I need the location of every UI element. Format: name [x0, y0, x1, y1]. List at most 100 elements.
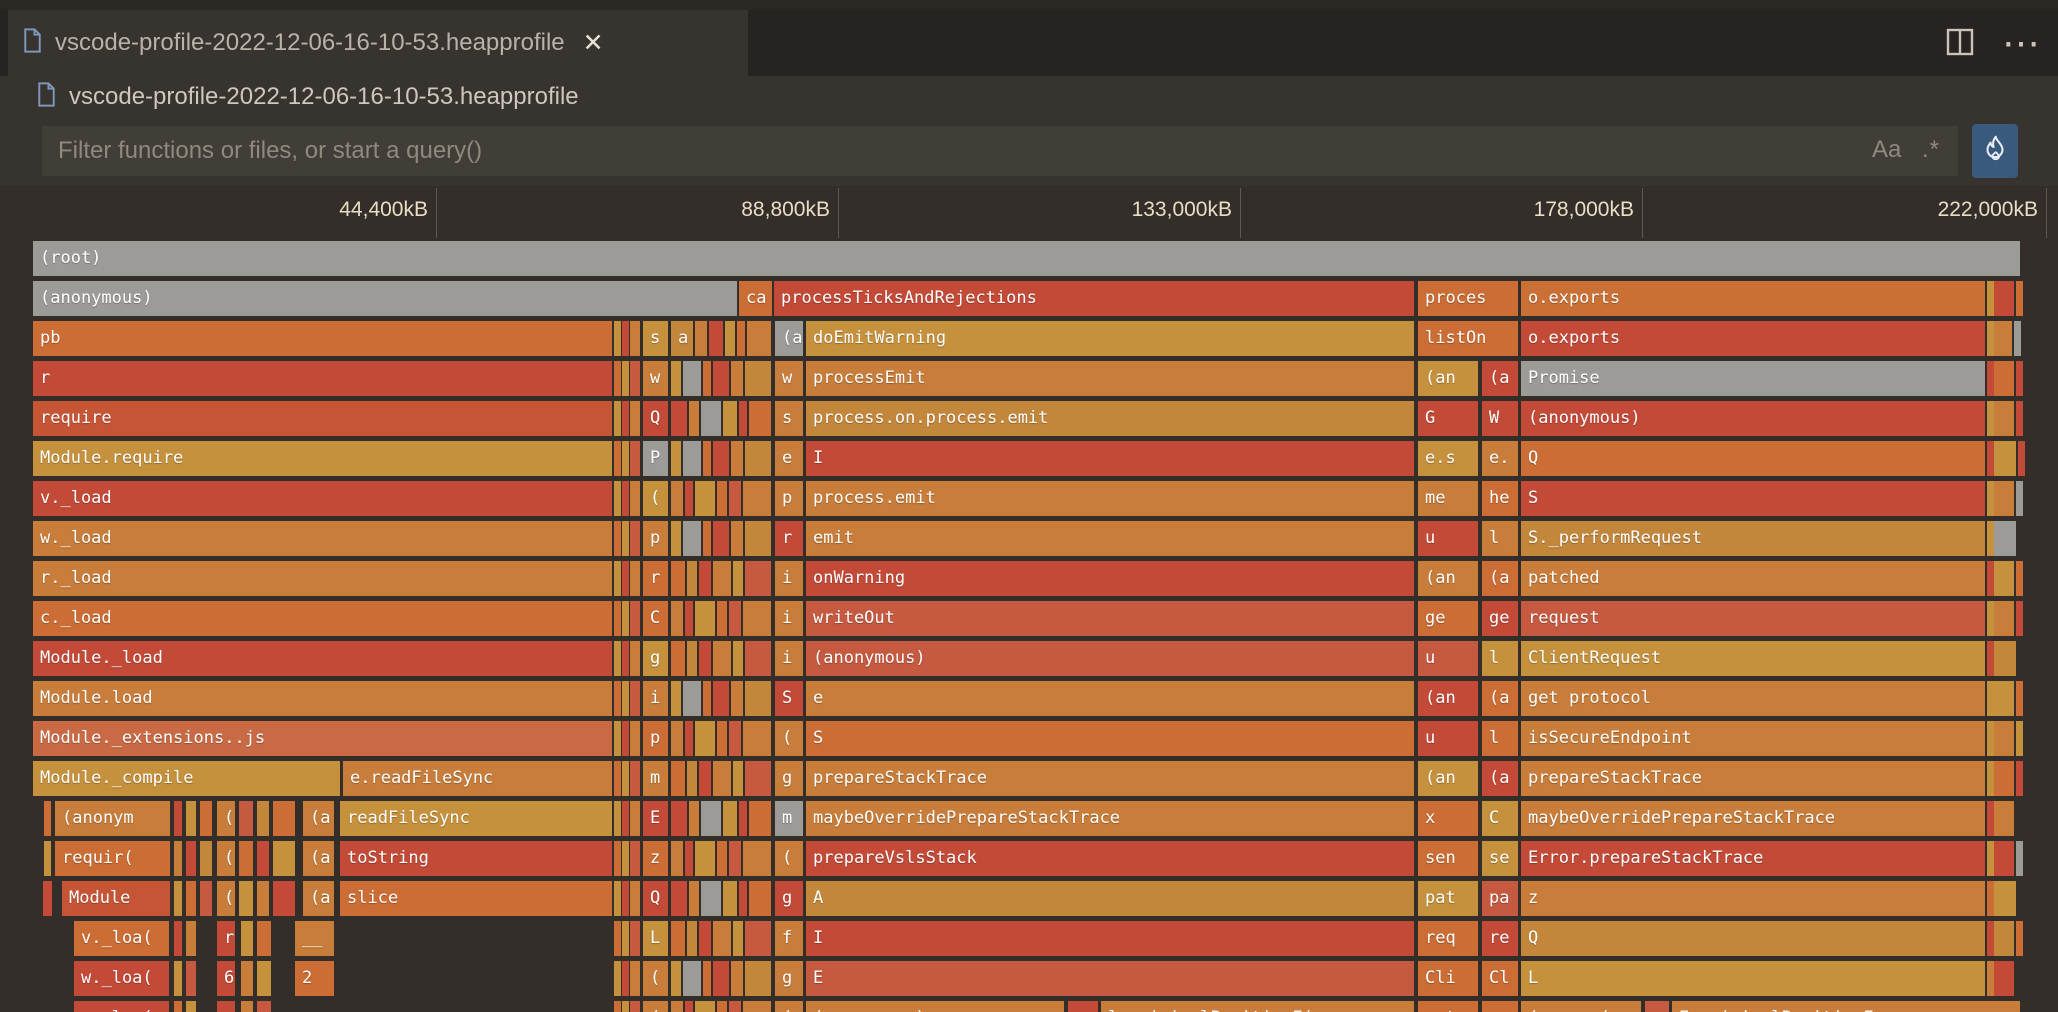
- flame-cell-sliver[interactable]: [743, 841, 771, 876]
- flame-cell-sliver[interactable]: [239, 801, 253, 836]
- flame-cell-sliver[interactable]: [630, 561, 640, 596]
- flame-cell-sliver[interactable]: [1994, 321, 2012, 356]
- flame-cell[interactable]: p: [775, 481, 803, 516]
- flame-cell-sliver[interactable]: [713, 961, 729, 996]
- flame-cell[interactable]: e: [806, 681, 1414, 716]
- flame-cell[interactable]: (anonym(: [1521, 1001, 1641, 1012]
- flame-cell[interactable]: Promise: [1521, 361, 1985, 396]
- flame-cell[interactable]: E.originalPositionFo: [1672, 1001, 2020, 1012]
- flame-cell-sliver[interactable]: [703, 961, 711, 996]
- flame-cell-sliver[interactable]: [1987, 961, 1994, 996]
- flame-cell[interactable]: he: [1482, 481, 1518, 516]
- flame-cell-sliver[interactable]: [685, 1001, 693, 1012]
- flame-cell-sliver[interactable]: [671, 961, 681, 996]
- close-tab-icon[interactable]: ✕: [583, 28, 604, 58]
- flame-cell-sliver[interactable]: [739, 401, 747, 436]
- flame-cell-sliver[interactable]: [1994, 281, 2014, 316]
- flame-cell-sliver[interactable]: [687, 761, 697, 796]
- flame-cell-sliver[interactable]: [745, 441, 771, 476]
- flame-cell[interactable]: isSecureEndpoint: [1521, 721, 1985, 756]
- flame-cell[interactable]: s: [643, 321, 668, 356]
- flame-cell[interactable]: prepareStackTrace: [1521, 761, 1985, 796]
- flame-cell-sliver[interactable]: [1987, 481, 1994, 516]
- flame-cell[interactable]: Cl: [1482, 961, 1518, 996]
- flame-cell-sliver[interactable]: [689, 881, 699, 916]
- flame-cell-sliver[interactable]: [729, 721, 741, 756]
- flame-cell-sliver[interactable]: [2016, 481, 2023, 516]
- flame-cell-sliver[interactable]: [2016, 681, 2023, 716]
- flame-cell-sliver[interactable]: [733, 561, 743, 596]
- flame-cell-sliver[interactable]: [685, 721, 693, 756]
- flame-cell-sliver[interactable]: [683, 361, 701, 396]
- flame-cell[interactable]: (: [643, 961, 668, 996]
- flame-cell-sliver[interactable]: [630, 481, 640, 516]
- flame-cell[interactable]: v._load: [33, 481, 612, 516]
- flame-cell-sliver[interactable]: [733, 761, 743, 796]
- flame-cell-sliver[interactable]: [703, 361, 711, 396]
- flame-cell-sliver[interactable]: [713, 521, 729, 556]
- flame-cell[interactable]: (a: [1482, 681, 1518, 716]
- flame-cell[interactable]: l: [1482, 641, 1518, 676]
- flame-cell[interactable]: Module._compile: [33, 761, 340, 796]
- flame-cell-sliver[interactable]: [671, 561, 685, 596]
- flame-cell-sliver[interactable]: [1987, 721, 1994, 756]
- flame-cell-sliver[interactable]: [1994, 881, 2016, 916]
- flame-cell-sliver[interactable]: [1987, 761, 1994, 796]
- flame-cell-sliver[interactable]: [717, 841, 727, 876]
- flame-cell[interactable]: __: [295, 921, 334, 956]
- flame-cell-sliver[interactable]: [622, 641, 629, 676]
- flame-cell-sliver[interactable]: [729, 481, 741, 516]
- flame-cell[interactable]: (a: [303, 801, 334, 836]
- flame-cell-sliver[interactable]: [747, 321, 771, 356]
- flame-cell[interactable]: get protocol: [1521, 681, 1985, 716]
- flame-cell-sliver[interactable]: [687, 921, 697, 956]
- flame-cell[interactable]: (: [217, 881, 235, 916]
- flame-cell-sliver[interactable]: [687, 641, 697, 676]
- flame-cell-sliver[interactable]: [689, 401, 699, 436]
- flame-cell-sliver[interactable]: [745, 361, 771, 396]
- flame-cell-sliver[interactable]: [671, 881, 687, 916]
- flame-cell[interactable]: ClientRequest: [1521, 641, 1985, 676]
- flame-cell-sliver[interactable]: [630, 401, 640, 436]
- flame-cell[interactable]: c._load: [33, 601, 612, 636]
- flame-cell-sliver[interactable]: [630, 521, 640, 556]
- flame-cell-sliver[interactable]: [703, 521, 711, 556]
- flame-cell-sliver[interactable]: [729, 1001, 741, 1012]
- flame-cell-sliver[interactable]: [739, 881, 747, 916]
- flame-cell-sliver[interactable]: [622, 881, 629, 916]
- flame-cell[interactable]: u: [1418, 641, 1478, 676]
- flame-cell-sliver[interactable]: [683, 681, 701, 716]
- flame-cell-sliver[interactable]: [630, 801, 640, 836]
- flame-cell-sliver[interactable]: [186, 801, 196, 836]
- flame-cell-sliver[interactable]: [630, 761, 640, 796]
- flame-cell-sliver[interactable]: [622, 721, 629, 756]
- flame-cell[interactable]: S: [775, 681, 803, 716]
- flame-cell[interactable]: (anonymous): [806, 641, 1414, 676]
- flame-cell-sliver[interactable]: [1987, 921, 1994, 956]
- flame-cell-sliver[interactable]: [1987, 561, 1994, 596]
- flame-cell[interactable]: (an: [1418, 681, 1478, 716]
- flame-cell-sliver[interactable]: [614, 921, 621, 956]
- flame-cell[interactable]: se: [1482, 841, 1518, 876]
- flame-cell[interactable]: e.s: [1418, 441, 1478, 476]
- flame-cell[interactable]: toString: [340, 841, 612, 876]
- flame-cell-sliver[interactable]: [695, 481, 715, 516]
- flame-cell[interactable]: (an: [1418, 761, 1478, 796]
- flame-cell-sliver[interactable]: [630, 641, 640, 676]
- flame-cell[interactable]: r: [217, 921, 235, 956]
- flame-cell[interactable]: w._load: [33, 521, 612, 556]
- flame-cell-sliver[interactable]: [614, 1001, 621, 1012]
- flame-cell[interactable]: (: [643, 1001, 668, 1012]
- flame-cell[interactable]: (anonymous): [33, 281, 737, 316]
- flame-cell[interactable]: prepareVslsStack: [806, 841, 1414, 876]
- flame-cell-sliver[interactable]: [630, 681, 640, 716]
- flame-cell[interactable]: c.: [1068, 1001, 1098, 1012]
- flame-cell-sliver[interactable]: [2016, 841, 2023, 876]
- flame-cell-sliver[interactable]: [731, 361, 743, 396]
- flame-cell-sliver[interactable]: [622, 561, 629, 596]
- flame-cell[interactable]: g: [775, 761, 803, 796]
- flame-cell-sliver[interactable]: [745, 561, 771, 596]
- flame-cell-sliver[interactable]: [630, 961, 640, 996]
- flame-cell-sliver[interactable]: [699, 921, 711, 956]
- flame-graph-toggle-button[interactable]: [1972, 124, 2018, 178]
